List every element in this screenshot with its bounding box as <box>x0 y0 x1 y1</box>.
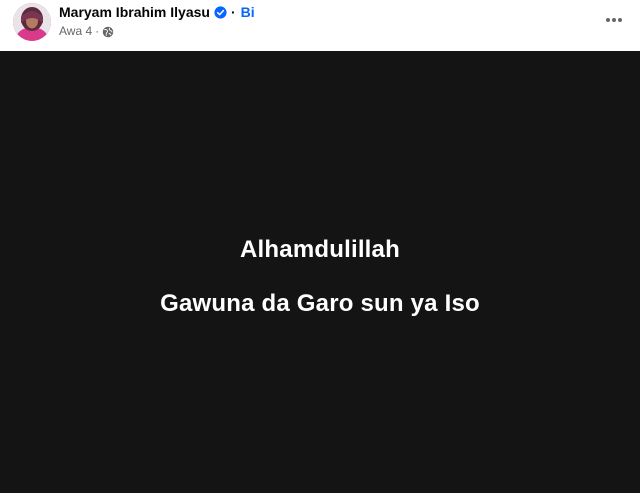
post-header: Maryam Ibrahim Ilyasu · Bi Awa 4 · <box>0 0 640 51</box>
post-text-background[interactable]: Alhamdulillah Gawuna da Garo sun ya Iso <box>0 51 640 493</box>
more-options-icon <box>606 18 622 22</box>
avatar-image <box>13 3 51 41</box>
follow-button[interactable]: Bi <box>241 4 255 20</box>
post-text-line-2: Gawuna da Garo sun ya Iso <box>160 290 480 317</box>
more-options-button[interactable] <box>602 8 626 32</box>
verified-badge-icon <box>214 5 227 19</box>
post-text-line-1: Alhamdulillah <box>240 236 400 263</box>
post-timestamp[interactable]: Awa 4 <box>59 24 92 38</box>
name-separator: · <box>230 4 236 20</box>
author-name[interactable]: Maryam Ibrahim Ilyasu <box>59 4 210 20</box>
author-name-row: Maryam Ibrahim Ilyasu · Bi <box>59 3 255 21</box>
post-meta-row: Awa 4 · <box>59 23 114 39</box>
facebook-post: Maryam Ibrahim Ilyasu · Bi Awa 4 · Alham… <box>0 0 640 493</box>
globe-icon[interactable] <box>102 25 114 38</box>
meta-separator: · <box>95 24 100 38</box>
author-avatar[interactable] <box>13 3 51 41</box>
